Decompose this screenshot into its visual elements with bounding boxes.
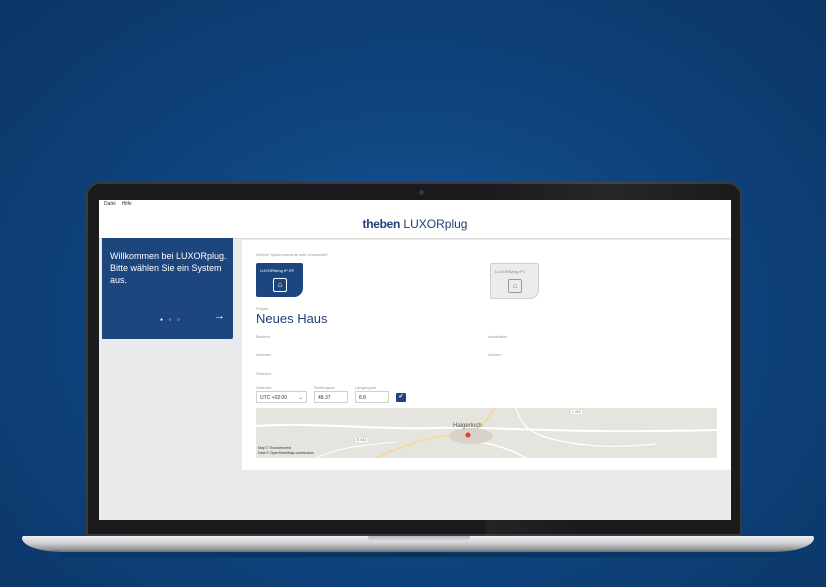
- chevron-down-icon: ⌄: [298, 395, 303, 401]
- laptop-notch: [368, 536, 470, 542]
- wifi-house-icon: ⌂: [273, 278, 287, 292]
- pagination-dots[interactable]: ● ○ ○: [160, 317, 182, 323]
- installateur-field[interactable]: Installateur: [488, 334, 508, 339]
- menu-bar: Datei Hilfe: [99, 200, 731, 208]
- location-map[interactable]: Haigerloch L 415 B 463 Map © Thunderfore…: [256, 408, 717, 458]
- system-option-label: LUXORliving IP1: [495, 269, 526, 274]
- map-roads: [256, 408, 717, 458]
- brand-logo: theben LUXORplug: [99, 217, 731, 231]
- timezone-label: Zeitzone: [256, 385, 272, 390]
- project-panel: Welche Systemvariante wird verwendet? LU…: [242, 240, 731, 470]
- notizen-field[interactable]: Notizen: [488, 352, 502, 357]
- map-road-label: B 463: [356, 438, 368, 442]
- map-town-label: Haigerloch: [453, 423, 482, 429]
- laptop-shadow: [60, 552, 776, 558]
- welcome-card: Willkommen bei LUXORplug. Bitte wählen S…: [102, 238, 233, 339]
- brand-name: theben: [362, 217, 401, 231]
- system-option-ip-rf[interactable]: LUXORliving IP RF ⌂: [256, 263, 303, 297]
- longitude-label: Längengrad: [355, 385, 377, 390]
- map-road-label: L 415: [571, 410, 582, 414]
- location-label: Standort: [256, 371, 272, 376]
- arrow-right-icon[interactable]: →: [214, 310, 225, 322]
- menu-item-hilfe[interactable]: Hilfe: [122, 201, 132, 207]
- product-name: LUXORplug: [403, 217, 468, 231]
- system-option-ip1[interactable]: LUXORliving IP1 ⌂: [490, 263, 539, 299]
- timezone-select[interactable]: UTC +02:00 ⌄: [256, 391, 307, 403]
- map-attribution: Map © Thunderforest Data © OpenStreetMap…: [258, 446, 314, 455]
- adresse-field[interactable]: Adresse: [256, 352, 271, 357]
- app-window: Datei Hilfe theben LUXORplug Willkommen …: [99, 200, 731, 520]
- check-icon: ✔: [398, 394, 404, 400]
- system-question: Welche Systemvariante wird verwendet?: [256, 252, 329, 257]
- system-option-label: LUXORliving IP RF: [260, 268, 295, 273]
- latitude-input[interactable]: 48.37: [314, 391, 348, 403]
- house-icon: ⌂: [508, 279, 522, 293]
- bauherr-field[interactable]: Bauherr: [256, 334, 270, 339]
- confirm-location-button[interactable]: ✔: [396, 393, 406, 402]
- webcam: [419, 190, 424, 195]
- latitude-label: Breitengrad: [314, 385, 335, 390]
- welcome-text: Willkommen bei LUXORplug. Bitte wählen S…: [110, 251, 227, 285]
- map-credit-line[interactable]: Data © OpenStreetMap contributors: [258, 451, 314, 456]
- app-header: theben LUXORplug: [99, 208, 731, 239]
- project-name[interactable]: Neues Haus: [256, 311, 328, 326]
- menu-item-datei[interactable]: Datei: [104, 201, 116, 207]
- timezone-value: UTC +02:00: [260, 395, 288, 401]
- longitude-input[interactable]: 8.8: [355, 391, 389, 403]
